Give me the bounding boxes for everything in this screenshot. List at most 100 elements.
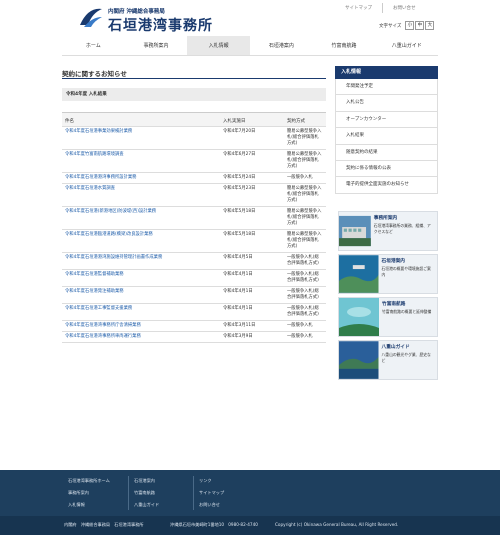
footer-link-home[interactable]: 石垣港湾事務所ホーム [68,478,110,490]
logo-wave-icon [80,8,102,27]
bid-date: 令和4年4月1日 [223,289,253,294]
footer-link-contact[interactable]: お問い合せ [199,502,224,514]
sidebar-item-contract-disclosure[interactable]: 契約に係る情報の公表 [335,160,438,178]
bid-name-link[interactable]: 令和4年度石垣港事業効果検討業務 [62,127,220,149]
footer-link-sitemap[interactable]: サイトマップ [199,490,224,502]
bid-method: 一般競争入札 [287,334,313,339]
banner-title: 事務所案内 [373,216,398,221]
org-subtitle: 内閣府 沖縄総合事務局 [108,9,165,15]
bid-method: 一般競争入札 [287,175,313,180]
table-row: 令和4年度石垣港湾事務所庁舎清掃業務 令和4年3月11日 一般競争入札 [62,321,326,332]
table-row: 令和4年度石垣港発注補助業務 令和4年4月1日 一般競争入札(総合評価落札方式) [62,287,326,304]
footer-col-2: 石垣港案内 竹富南航路 八重山ガイド [134,478,159,514]
banner-desc: 八重山の観光やグ業、歴史など [381,352,431,363]
sitemap-link[interactable]: サイトマップ [335,3,382,13]
footer-link-office[interactable]: 事務所案内 [68,490,110,502]
bid-name-link[interactable]: 令和4年度石垣港発注補助業務 [62,287,220,303]
banner-taketomi-route[interactable]: 竹富南航路 竹富南航路の概要と延伸整備 [338,297,438,337]
nav-port-info[interactable]: 石垣港案内 [250,36,313,55]
sidebar-item-annual-plan[interactable]: 年間発注予定 [335,79,438,96]
banner-desc: 石垣港の概要や環境施設ご案内 [381,266,431,277]
bid-date: 令和4年5月24日 [223,175,256,180]
banner-port-info[interactable]: 石垣港案内 石垣港の概要や環境施設ご案内 [338,254,438,294]
table-row: 令和4年度石垣港工事監督支援業務 令和4年4月1日 一般競争入札(総合評価落札方式) [62,304,326,321]
footer-link-guide[interactable]: 八重山ガイド [134,502,159,514]
font-size-small-button[interactable]: 小 [405,21,415,30]
footer-col-3: リンク サイトマップ お問い合せ [199,478,224,514]
col-header-method: 契約方式 [287,119,305,124]
bid-name-link[interactable]: 令和4年度石垣港臨港道路(橋梁)改良設計業務 [62,230,220,252]
nav-yaeyama-guide[interactable]: 八重山ガイド [375,36,438,55]
sidebar-title: 入札情報 [335,66,438,79]
bid-method: 一般競争入札(総合評価落札方式) [287,255,319,266]
bid-method: 簡易公募型競争入札(総合評価落札方式) [287,152,322,169]
sidebar-item-negotiated-contract[interactable]: 随意契約の結果 [335,144,438,161]
bid-name-link[interactable]: 令和4年度石垣港(新港地区)防波堤(西)設計業務 [62,207,220,229]
nav-home[interactable]: ホーム [62,36,125,55]
table-row: 令和4年度石垣港事業効果検討業務 令和4年7月20日 簡易公募型競争入札(総合評価落… [62,127,326,150]
sidebar-item-electronic-notice[interactable]: 電子的提供全面実施のお知らせ [335,177,438,194]
sidebar-item-bid-notice[interactable]: 入札公告 [335,95,438,112]
bid-name-link[interactable]: 令和4年度石垣港水質調査 [62,184,220,206]
banner-title: 竹富南航路 [382,302,406,307]
bid-date: 令和4年4月5日 [223,255,253,260]
bid-method: 簡易公募型競争入札(総合評価落札方式) [287,129,322,146]
footer-divider [128,476,129,510]
col-header-date: 入札実施日 [223,119,246,124]
bid-method: 簡易公募型競争入札(総合評価落札方式) [287,209,322,226]
sidebar-item-open-counter[interactable]: オープンカウンター [335,111,438,129]
bid-name-link[interactable]: 令和4年度石垣港港湾事務所設計業務 [62,173,220,183]
table-row: 令和4年度石垣港港湾施設維持管理計画書作成業務 令和4年4月5日 一般競争入札(総合… [62,253,326,270]
nav-bidding-info[interactable]: 入札情報 [187,36,251,55]
table-header-row: 件名 入札実施日 契約方式 [62,113,326,127]
nav-taketomi-route[interactable]: 竹富南航路 [313,36,376,55]
nav-office-info[interactable]: 事務所案内 [125,36,188,55]
table-row: 令和4年度石垣港港湾事務所設計業務 令和4年5月24日 一般競争入札 [62,173,326,184]
page-title: 契約に関するお知らせ [62,70,127,78]
bid-name-link[interactable]: 令和4年度石垣港港湾施設維持管理計画書作成業務 [62,253,220,269]
sidebar-item-bid-results[interactable]: 入札結果 [335,128,438,145]
footer-divider [193,476,194,510]
table-row: 令和4年度石垣港湾事務所車両運行業務 令和4年3月9日 一般競争入札 [62,332,326,343]
bid-method: 一般競争入札(総合評価落札方式) [287,289,319,300]
bid-name-link[interactable]: 令和4年度石垣港工事監督支援業務 [62,304,220,320]
bid-name-link[interactable]: 令和4年度石垣港湾事務所庁舎清掃業務 [62,321,220,331]
bid-date: 令和4年4月1日 [223,306,253,311]
footer-link-bidding[interactable]: 入札情報 [68,502,110,514]
bid-date: 令和4年5月18日 [223,232,256,237]
route-sea-photo [339,298,379,336]
font-size-medium-button[interactable]: 中 [415,21,425,30]
banner-desc: 石垣港湾事務所の業務、組織、アクセスなど [373,223,431,234]
bid-name-link[interactable]: 令和4年度石垣港監督補助業務 [62,270,220,286]
site-header: 内閣府 沖縄総合事務局 石垣港湾事務所 サイトマップ お問い合せ 文字サイズ 小… [0,0,500,36]
port-aerial-photo [339,255,379,293]
bid-method: 簡易公募型競争入札(総合評価落札方式) [287,186,322,203]
bid-method: 一般競争入札 [287,323,313,328]
bid-name-link[interactable]: 令和4年度竹富南航路環境調査 [62,150,220,172]
bid-date: 令和4年3月11日 [223,323,256,328]
bid-date: 令和4年6月27日 [223,152,256,157]
footer-link-route[interactable]: 竹富南航路 [134,490,159,502]
footer-link-port[interactable]: 石垣港案内 [134,478,159,490]
banner-title: 八重山ガイド [381,345,410,350]
footer-copyright: Copyright (c) Okinawa General Bureau, Al… [275,522,399,527]
banner-title: 石垣港案内 [381,259,405,264]
bid-date: 令和4年5月18日 [223,209,256,214]
yaeyama-photo [339,341,379,379]
bid-date: 令和4年3月9日 [223,334,253,339]
banner-office-info[interactable]: 事務所案内 石垣港湾事務所の業務、組織、アクセスなど [338,211,438,251]
bid-results-table: 件名 入札実施日 契約方式 令和4年度石垣港事業効果検討業務 令和4年7月20日簡… [62,112,326,343]
font-size-large-button[interactable]: 大 [425,21,435,30]
font-size-label: 文字サイズ [379,23,402,29]
table-row: 令和4年度石垣港(新港地区)防波堤(西)設計業務 令和4年5月18日 簡易公募型競争… [62,207,326,230]
footer-address: 沖縄県石垣市美崎町1番地10 0980-82-4740 [170,522,258,527]
banner-yaeyama-guide[interactable]: 八重山ガイド 八重山の観光やグ業、歴史など [338,340,438,380]
contact-link[interactable]: お問い合せ [382,3,426,13]
font-size-switcher: 文字サイズ 小 中 大 [379,21,435,30]
bid-method: 簡易公募型競争入札(総合評価落札方式) [287,232,322,249]
table-row: 令和4年度石垣港監督補助業務 令和4年4月1日 一般競争入札(総合評価落札方式) [62,270,326,287]
footer-bottom-bar: 内閣府 沖縄総合事務局 石垣港湾事務所 沖縄県石垣市美崎町1番地10 0980-… [0,516,500,535]
table-body: 令和4年度石垣港事業効果検討業務 令和4年7月20日 簡易公募型競争入札(総合評価落… [62,127,326,343]
bid-name-link[interactable]: 令和4年度石垣港湾事務所車両運行業務 [62,332,220,342]
footer-link-links[interactable]: リンク [199,478,224,490]
